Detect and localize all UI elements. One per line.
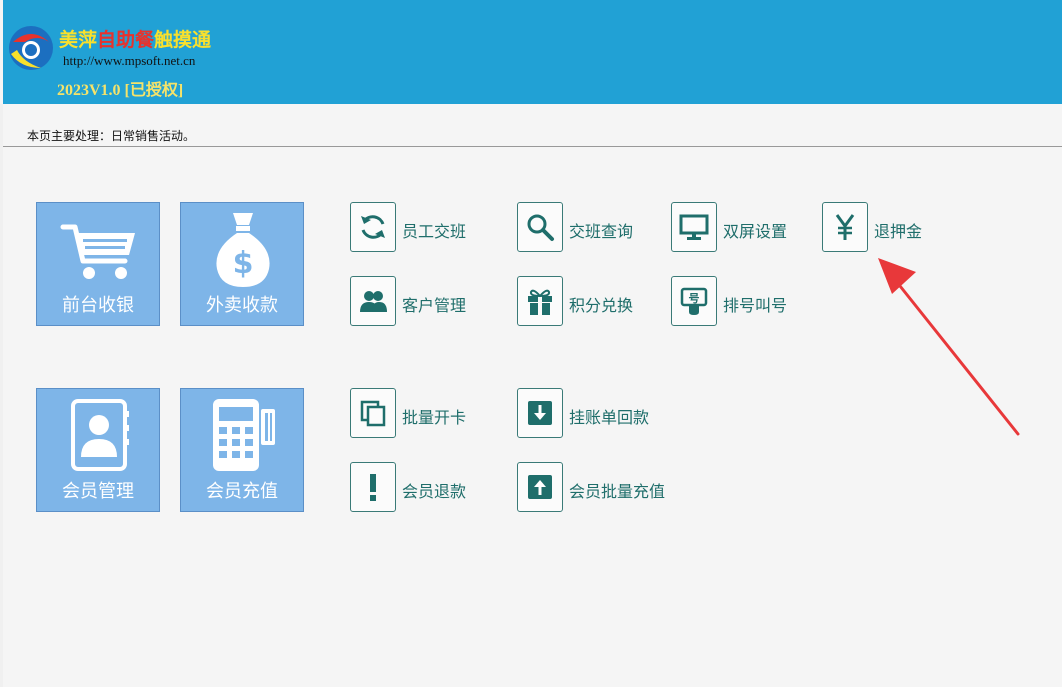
batch-open-card-button[interactable]: 批量开卡 [350, 388, 480, 440]
app-window: 美萍自助餐触摸通 http://www.mpsoft.net.cn 2023V1… [0, 0, 1062, 687]
takeout-payment-label: 外卖收款 [206, 295, 278, 316]
copy-icon [360, 400, 386, 427]
points-exchange-label: 积分兑换 [569, 296, 634, 315]
customer-management-label: 客户管理 [402, 296, 467, 315]
money-bag-icon: $ [216, 213, 270, 287]
member-refund-iconbox [350, 462, 396, 512]
shift-query-button[interactable]: 交班查询 [517, 202, 647, 254]
customer-management-button[interactable]: 客户管理 [350, 276, 480, 328]
member-refund-button[interactable]: 会员退款 [350, 462, 480, 514]
yen-icon [835, 214, 855, 240]
points-exchange-iconbox [517, 276, 563, 326]
exclamation-icon [370, 474, 376, 501]
credit-repayment-iconbox [517, 388, 563, 438]
refund-deposit-label: 退押金 [874, 222, 923, 241]
shift-handover-label: 员工交班 [402, 222, 467, 241]
member-recharge-tile[interactable]: 会员充值 [180, 388, 304, 512]
takeout-payment-tile[interactable]: $ 外卖收款 [180, 202, 304, 326]
refund-deposit-iconbox [822, 202, 868, 252]
credit-repayment-label: 挂账单回款 [569, 408, 650, 427]
member-batch-recharge-iconbox [517, 462, 563, 512]
shift-query-iconbox [517, 202, 563, 252]
member-recharge-label: 会员充值 [206, 481, 278, 502]
dual-screen-iconbox [671, 202, 717, 252]
brand-name: 美萍自助餐触摸通 [59, 28, 211, 52]
member-batch-recharge-label: 会员批量充值 [569, 482, 666, 501]
queue-calling-label: 排号叫号 [723, 296, 788, 315]
member-card-icon [71, 399, 129, 471]
queue-calling-iconbox: 号 [671, 276, 717, 326]
shift-query-label: 交班查询 [569, 222, 634, 241]
logo-icon [9, 26, 53, 70]
brand-url: http://www.mpsoft.net.cn [63, 53, 196, 68]
member-management-label: 会员管理 [62, 481, 134, 502]
credit-repayment-button[interactable]: 挂账单回款 [517, 388, 667, 440]
users-icon [360, 291, 387, 312]
batch-open-card-label: 批量开卡 [402, 408, 467, 427]
card-terminal-icon [213, 399, 275, 471]
divider [3, 146, 1062, 147]
svg-text:号: 号 [689, 292, 700, 305]
page-description: 本页主要处理：日常销售活动。 [27, 129, 196, 143]
dual-screen-settings-button[interactable]: 双屏设置 [671, 202, 801, 254]
brand-part-1: 美萍 [59, 29, 98, 51]
front-cashier-label: 前台收银 [62, 295, 134, 316]
svg-text:$: $ [233, 246, 254, 281]
brand-part-2: 自助餐 [97, 29, 155, 51]
version-label: 2023V1.0 [已授权] [57, 82, 184, 99]
refresh-icon [361, 215, 385, 239]
header-bar: 美萍自助餐触摸通 http://www.mpsoft.net.cn 2023V1… [3, 0, 1062, 104]
upload-icon [528, 475, 552, 499]
batch-open-card-iconbox [350, 388, 396, 438]
monitor-icon [679, 214, 709, 240]
front-cashier-tile[interactable]: 前台收银 [36, 202, 160, 326]
brand-part-3: 触摸通 [154, 29, 212, 51]
member-batch-recharge-button[interactable]: 会员批量充值 [517, 462, 677, 514]
annotation-arrow-icon [878, 258, 1020, 436]
shopping-cart-icon [60, 224, 135, 279]
dual-screen-label: 双屏设置 [723, 222, 788, 241]
points-exchange-button[interactable]: 积分兑换 [517, 276, 647, 328]
download-icon [528, 401, 552, 425]
member-management-tile[interactable]: 会员管理 [36, 388, 160, 512]
refund-deposit-button[interactable]: 退押金 [822, 202, 934, 254]
customer-management-iconbox [350, 276, 396, 326]
shift-handover-iconbox [350, 202, 396, 252]
gift-icon [528, 289, 552, 315]
shift-handover-button[interactable]: 员工交班 [350, 202, 480, 254]
queue-number-icon: 号 [680, 287, 708, 315]
left-border [0, 104, 3, 687]
search-icon [527, 214, 554, 241]
queue-calling-button[interactable]: 号 排号叫号 [671, 276, 801, 328]
member-refund-label: 会员退款 [402, 482, 467, 501]
